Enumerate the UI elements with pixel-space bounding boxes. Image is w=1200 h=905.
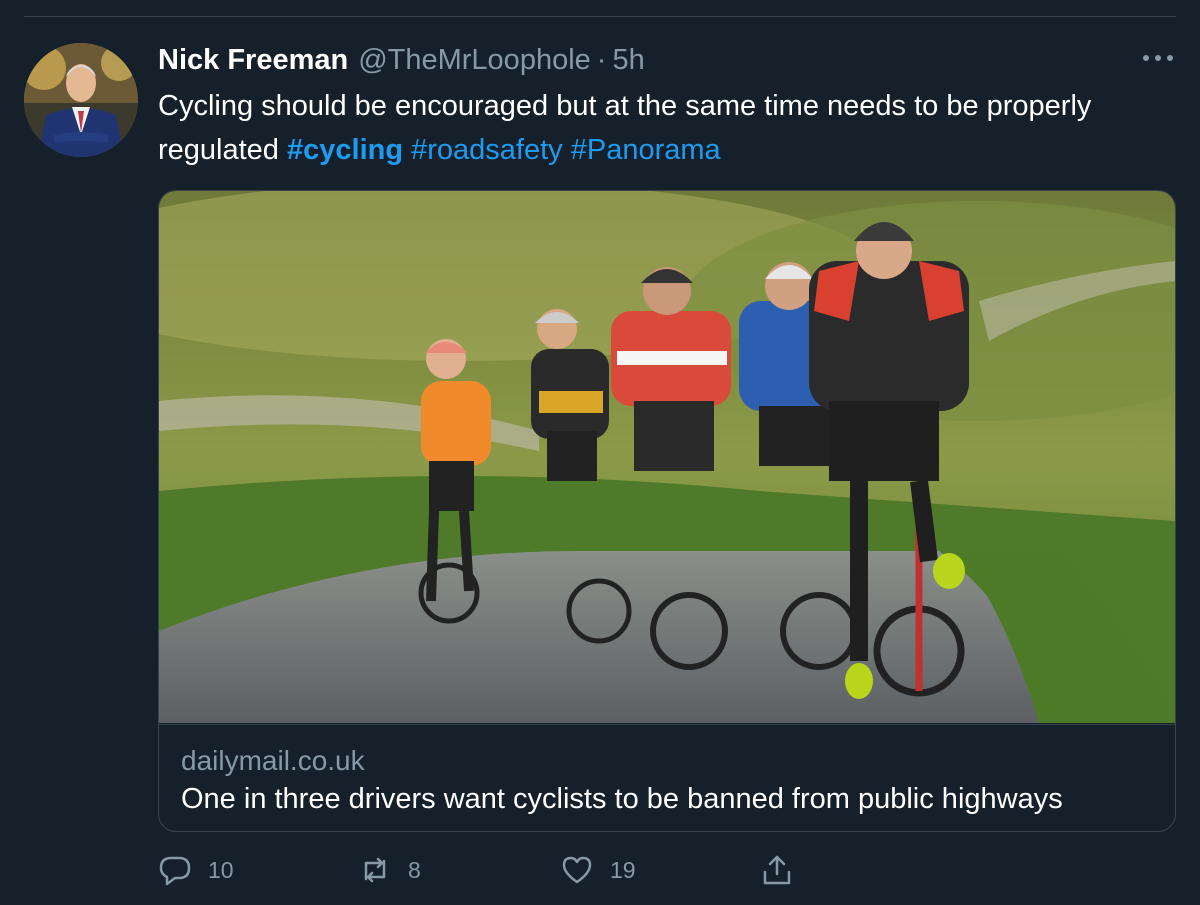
link-card[interactable]: dailymail.co.uk One in three drivers wan…: [158, 190, 1176, 832]
tweet-timestamp[interactable]: 5h: [612, 44, 644, 77]
more-horizontal-icon[interactable]: [1140, 48, 1176, 68]
link-card-meta[interactable]: dailymail.co.uk One in three drivers wan…: [159, 724, 1175, 831]
retweet-button[interactable]: 8: [358, 850, 421, 890]
link-card-title: One in three drivers want cyclists to be…: [181, 783, 1063, 815]
link-card-domain: dailymail.co.uk: [181, 745, 365, 776]
tweet[interactable]: Nick Freeman @TheMrLoophole · 5h Cycling…: [0, 0, 1200, 905]
retweet-count: 8: [408, 856, 421, 883]
separator-dot: ·: [596, 43, 607, 76]
share-button[interactable]: [760, 850, 794, 890]
link-card-image[interactable]: [159, 191, 1175, 723]
author-handle[interactable]: @TheMrLoophole: [358, 44, 591, 77]
reply-button[interactable]: 10: [158, 850, 234, 890]
tweet-header: Nick Freeman @TheMrLoophole · 5h: [158, 40, 645, 80]
heart-icon: [562, 856, 592, 884]
like-count: 19: [610, 856, 636, 883]
like-button[interactable]: 19: [560, 850, 636, 890]
tweet-actions: 10 8 19: [158, 850, 818, 890]
hashtag-roadsafety[interactable]: #roadsafety: [411, 134, 563, 166]
reply-bubble-icon: [159, 856, 191, 886]
hashtag-cycling[interactable]: #cycling: [287, 134, 403, 166]
retweet-icon: [364, 857, 386, 883]
divider: [24, 16, 1176, 17]
avatar[interactable]: [24, 43, 138, 157]
tweet-text: Cycling should be encouraged but at the …: [158, 84, 1168, 172]
hashtag-panorama[interactable]: #Panorama: [571, 134, 721, 166]
author-name[interactable]: Nick Freeman: [158, 44, 348, 77]
reply-count: 10: [208, 856, 234, 883]
share-icon: [763, 855, 791, 885]
